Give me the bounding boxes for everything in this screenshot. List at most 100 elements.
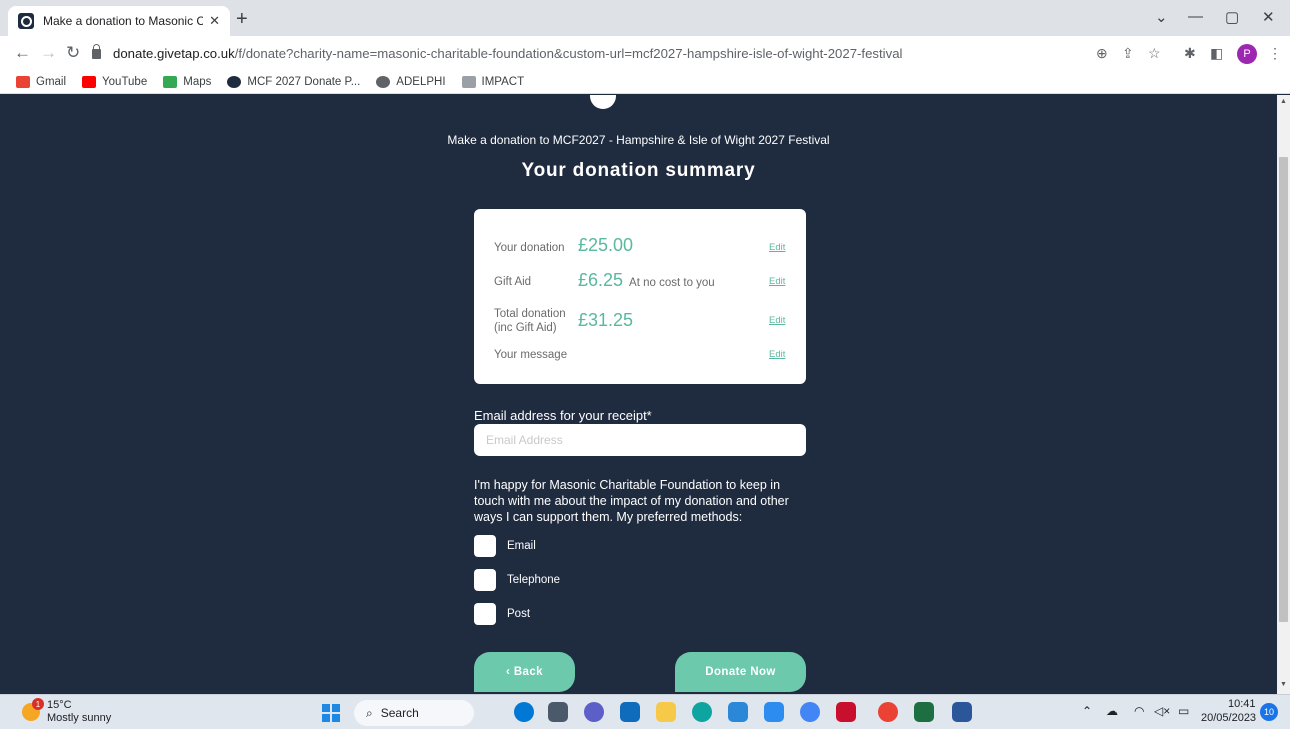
active-tab[interactable]: Make a donation to Masonic Cha ✕ xyxy=(8,6,230,36)
url-field[interactable]: donate.givetap.co.uk/f/donate?charity-na… xyxy=(92,41,1092,65)
windows-start-icon[interactable] xyxy=(322,704,340,722)
page-subtitle: Make a donation to MCF2027 - Hampshire &… xyxy=(447,133,830,147)
zoom-icon[interactable]: ⊕ xyxy=(1096,45,1108,62)
bookmarks-bar: Gmail YouTube Maps MCF 2027 Donate P... … xyxy=(0,70,1290,94)
donation-summary-card: Your donation £25.00 Edit Gift Aid £6.25… xyxy=(474,209,806,384)
mcafee-icon[interactable] xyxy=(836,702,856,722)
extensions-icon[interactable]: ✱ xyxy=(1184,45,1196,62)
help-icon[interactable] xyxy=(800,702,820,722)
bookmark-star-icon[interactable]: ☆ xyxy=(1148,45,1161,62)
close-window-icon[interactable]: ✕ xyxy=(1262,8,1275,26)
message-label: Your message xyxy=(494,349,568,361)
scroll-up-icon[interactable]: ▲ xyxy=(1280,98,1287,105)
email-checkbox[interactable] xyxy=(474,535,496,557)
bing-icon[interactable] xyxy=(514,702,534,722)
browser-tab-bar: Make a donation to Masonic Cha ✕ + ⌄ — ▢… xyxy=(0,0,1290,36)
taskbar-search-label: Search xyxy=(380,706,419,720)
back-button[interactable]: ‹ Back xyxy=(474,652,575,692)
notification-badge[interactable]: 10 xyxy=(1260,703,1278,721)
excel-icon[interactable] xyxy=(914,702,934,722)
method-telephone[interactable]: Telephone xyxy=(474,569,560,591)
bookmark-impact[interactable]: IMPACT xyxy=(461,75,524,88)
gift-aid-note: At no cost to you xyxy=(629,277,715,289)
page-scrollbar[interactable]: ▲ ▼ xyxy=(1277,95,1290,694)
tab-search-chevron-icon[interactable]: ⌄ xyxy=(1155,8,1168,26)
side-panel-icon[interactable]: ◧ xyxy=(1210,45,1223,62)
onedrive-cloud-icon[interactable]: ☁ xyxy=(1106,704,1118,718)
weather-temperature[interactable]: 15°C xyxy=(47,699,72,711)
foundation-logo-icon xyxy=(590,95,616,109)
file-explorer-icon[interactable] xyxy=(656,702,676,722)
tab-close-icon[interactable]: ✕ xyxy=(209,13,220,29)
minimize-icon[interactable]: — xyxy=(1188,8,1203,25)
total-label-line2: (inc Gift Aid) xyxy=(494,322,557,334)
bookmark-gmail[interactable]: Gmail xyxy=(16,75,66,88)
youtube-icon xyxy=(82,75,97,88)
forward-arrow-icon[interactable]: → xyxy=(40,43,57,63)
post-checkbox-label: Post xyxy=(507,608,531,620)
new-tab-button[interactable]: + xyxy=(236,8,248,31)
impact-icon xyxy=(461,75,476,88)
edit-total-link[interactable]: Edit xyxy=(769,315,785,326)
microsoft-store-icon[interactable] xyxy=(728,702,748,722)
search-icon: ⌕ xyxy=(366,705,373,720)
url-domain: donate.givetap.co.uk xyxy=(113,45,235,61)
outlook-icon[interactable] xyxy=(620,702,640,722)
wifi-icon[interactable]: ◠ xyxy=(1134,704,1144,718)
teams-chat-icon[interactable] xyxy=(584,702,604,722)
scrollbar-thumb[interactable] xyxy=(1279,157,1288,622)
telephone-checkbox-label: Telephone xyxy=(507,574,561,586)
edge-icon[interactable] xyxy=(692,702,712,722)
restore-icon[interactable]: ▢ xyxy=(1225,8,1239,26)
mydesk-icon[interactable] xyxy=(764,702,784,722)
tab-title: Make a donation to Masonic Cha xyxy=(43,14,203,28)
bookmark-adelphi[interactable]: ADELPHI xyxy=(376,75,446,88)
post-checkbox[interactable] xyxy=(474,603,496,625)
total-amount: £31.25 xyxy=(578,310,634,330)
maps-icon xyxy=(163,75,178,88)
bookmark-mcf-donate[interactable]: MCF 2027 Donate P... xyxy=(227,75,360,88)
mcf-icon xyxy=(227,75,242,88)
share-icon[interactable]: ⇪ xyxy=(1122,45,1134,62)
taskbar-clock-time[interactable]: 10:41 xyxy=(1228,698,1256,710)
scroll-down-icon[interactable]: ▼ xyxy=(1280,681,1287,688)
volume-muted-icon[interactable]: ◁× xyxy=(1154,704,1170,718)
method-email[interactable]: Email xyxy=(474,535,536,557)
weather-description[interactable]: Mostly sunny xyxy=(47,712,111,724)
taskbar-clock-date[interactable]: 20/05/2023 xyxy=(1201,712,1256,724)
email-field-label: Email address for your receipt* xyxy=(474,408,652,423)
back-arrow-icon[interactable]: ← xyxy=(14,43,31,63)
chrome-icon[interactable] xyxy=(878,702,898,722)
consent-text: I'm happy for Masonic Charitable Foundat… xyxy=(474,478,789,524)
profile-avatar[interactable]: P xyxy=(1237,44,1257,64)
email-checkbox-label: Email xyxy=(507,540,536,552)
address-bar: ← → ↻ donate.givetap.co.uk/f/donate?char… xyxy=(0,36,1290,70)
battery-icon[interactable]: ▭ xyxy=(1178,704,1189,718)
edit-gift-aid-link[interactable]: Edit xyxy=(769,276,785,287)
bookmark-maps[interactable]: Maps xyxy=(163,75,211,88)
gift-aid-label: Gift Aid xyxy=(494,276,532,288)
show-hidden-icons-icon[interactable]: ⌃ xyxy=(1082,704,1092,718)
edit-message-link[interactable]: Edit xyxy=(769,349,785,360)
donate-now-button[interactable]: Donate Now xyxy=(675,652,806,692)
word-icon[interactable] xyxy=(952,702,972,722)
email-field[interactable] xyxy=(474,424,806,456)
edit-donation-link[interactable]: Edit xyxy=(769,242,785,253)
gift-aid-amount: £6.25 xyxy=(578,270,624,290)
donation-amount: £25.00 xyxy=(578,235,634,255)
url-path: /f/donate?charity-name=masonic-charitabl… xyxy=(234,45,903,61)
weather-alert-badge: 1 xyxy=(32,698,44,710)
task-view-icon[interactable] xyxy=(548,702,568,722)
donation-page: Make a donation to MCF2027 - Hampshire &… xyxy=(0,95,1277,694)
telephone-checkbox[interactable] xyxy=(474,569,496,591)
menu-kebab-icon[interactable]: ⋮ xyxy=(1268,45,1282,62)
bookmark-youtube[interactable]: YouTube xyxy=(82,75,147,88)
total-label-line1: Total donation xyxy=(494,308,566,320)
reload-icon[interactable]: ↻ xyxy=(66,43,80,63)
page-title: Your donation summary xyxy=(521,160,756,181)
windows-taskbar: 1 15°C Mostly sunny ⌕ Search ⌃ ☁ ◠ ◁× ▭ … xyxy=(0,694,1290,729)
method-post[interactable]: Post xyxy=(474,603,530,625)
site-favicon-icon xyxy=(18,13,34,29)
gmail-icon xyxy=(16,75,30,88)
taskbar-search[interactable]: ⌕ Search xyxy=(354,700,474,726)
